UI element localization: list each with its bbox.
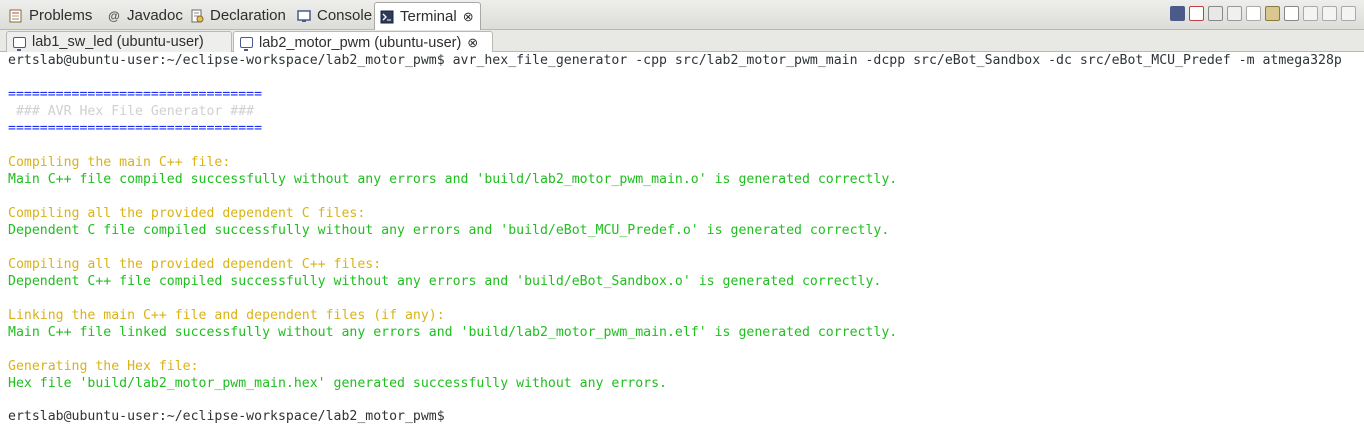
select-all-icon[interactable]	[1284, 6, 1299, 21]
problems-icon	[8, 8, 24, 24]
session-tab-lab1-sw-led[interactable]: lab1_sw_led (ubuntu-user)	[6, 31, 232, 52]
maximize-icon[interactable]	[1341, 6, 1356, 21]
view-tab-bar: Problems @ Javadoc Declaration Console T…	[0, 0, 1364, 30]
terminal-line: Main C++ file linked successfully withou…	[8, 325, 898, 340]
terminal-line: Generating the Hex file:	[8, 359, 199, 374]
at-icon: @	[108, 8, 120, 23]
tab-declaration[interactable]: Declaration	[185, 2, 286, 29]
declaration-icon	[189, 8, 205, 24]
disconnect-icon[interactable]	[1189, 6, 1204, 21]
clear-icon[interactable]	[1227, 6, 1242, 21]
session-tab-label: lab1_sw_led (ubuntu-user)	[32, 34, 204, 50]
terminal-line: Linking the main C++ file and dependent …	[8, 308, 445, 323]
terminal-line: ================================	[8, 87, 263, 102]
scroll-lock-icon[interactable]	[1208, 6, 1223, 21]
close-icon[interactable]: ⊗	[463, 9, 474, 25]
terminal-line: ================================	[8, 121, 263, 136]
tab-label: Console	[317, 7, 373, 24]
view-toolbar	[1170, 6, 1356, 21]
terminal-line: Dependent C++ file compiled successfully…	[8, 274, 882, 289]
tab-label: Declaration	[210, 7, 286, 24]
terminal-output[interactable]: ertslab@ubuntu-user:~/eclipse-workspace/…	[0, 52, 1364, 430]
terminal-session-tab-bar: lab1_sw_led (ubuntu-user) lab2_motor_pwm…	[0, 30, 1364, 53]
tab-console[interactable]: Console	[292, 2, 372, 29]
paste-icon[interactable]	[1265, 6, 1280, 21]
tab-terminal[interactable]: Terminal ⊗	[374, 2, 481, 30]
monitor-icon	[240, 37, 253, 51]
new-terminal-icon[interactable]	[1170, 6, 1185, 21]
tab-label: Terminal	[400, 8, 457, 25]
terminal-line: Compiling the main C++ file:	[8, 155, 231, 170]
terminal-line: Hex file 'build/lab2_motor_pwm_main.hex'…	[8, 376, 667, 391]
tab-label: Problems	[29, 7, 93, 24]
copy-icon[interactable]	[1246, 6, 1261, 21]
terminal-line: Dependent C file compiled successfully w…	[8, 223, 890, 238]
terminal-prompt: ertslab@ubuntu-user:~/eclipse-workspace/…	[8, 409, 445, 424]
terminal-icon	[379, 9, 395, 25]
console-icon	[296, 8, 312, 24]
close-icon[interactable]: ⊗	[467, 35, 478, 51]
terminal-line: ertslab@ubuntu-user:~/eclipse-workspace/…	[8, 53, 1342, 68]
terminal-line: ### AVR Hex File Generator ###	[8, 104, 255, 119]
monitor-icon	[13, 36, 26, 51]
tab-problems[interactable]: Problems	[4, 2, 92, 29]
session-tab-lab2-motor-pwm[interactable]: lab2_motor_pwm (ubuntu-user) ⊗	[233, 31, 493, 53]
terminal-line: Compiling all the provided dependent C++…	[8, 257, 382, 272]
tab-label: Javadoc	[127, 7, 183, 24]
session-tab-label: lab2_motor_pwm (ubuntu-user)	[259, 34, 462, 51]
tab-javadoc[interactable]: @ Javadoc	[102, 2, 183, 29]
view-menu-icon[interactable]	[1303, 6, 1318, 21]
minimize-icon[interactable]	[1322, 6, 1337, 21]
terminal-line: Compiling all the provided dependent C f…	[8, 206, 366, 221]
terminal-line: Main C++ file compiled successfully with…	[8, 172, 898, 187]
